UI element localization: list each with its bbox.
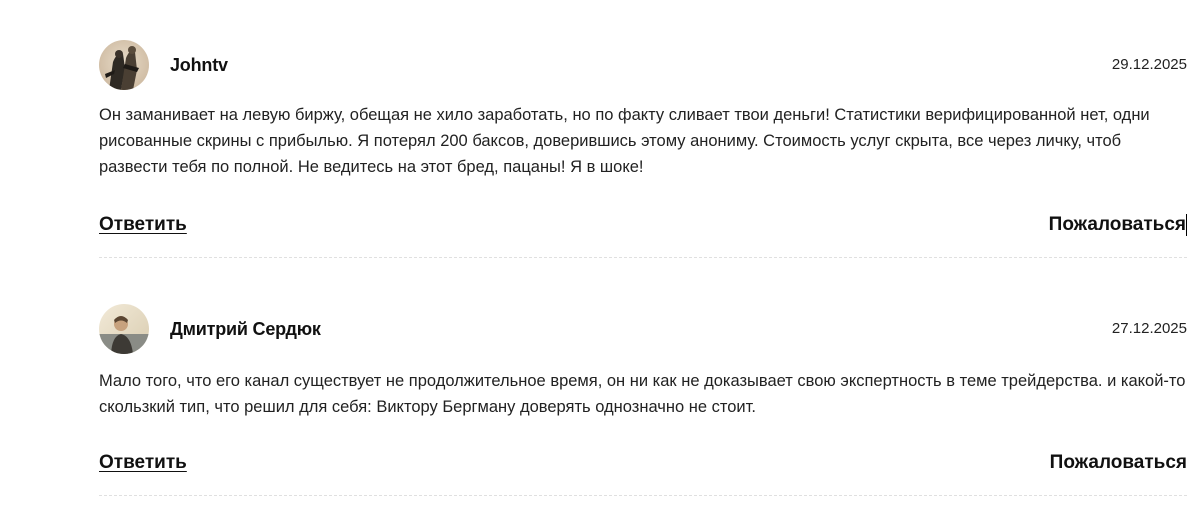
reply-link[interactable]: Ответить <box>99 214 187 236</box>
comment-author: Дмитрий Сердюк <box>170 319 321 339</box>
report-link[interactable]: Пожаловаться <box>1050 452 1187 474</box>
avatar <box>99 304 149 354</box>
comment-text: Он заманивает на левую биржу, обещая не … <box>99 106 1150 176</box>
report-link-label: Пожаловаться <box>1048 214 1186 236</box>
comment-date: 27.12.2025 <box>1111 320 1187 337</box>
user-photo-icon <box>99 304 149 354</box>
comment-actions: Ответить Пожаловаться <box>99 452 1187 480</box>
comment-author: Johntv <box>170 55 228 75</box>
reply-link[interactable]: Ответить <box>99 452 187 474</box>
comment-separator <box>99 257 1187 258</box>
comment-separator <box>99 495 1187 496</box>
comment-actions: Ответить Пожаловаться <box>99 214 1187 242</box>
avatar <box>99 40 149 90</box>
comment-item: Дмитрий Сердюк 27.12.2025 <box>99 304 1187 354</box>
comment-text: Мало того, что его канал существует не п… <box>99 372 1186 416</box>
comment-date: 29.12.2025 <box>1111 56 1187 73</box>
report-link[interactable]: Пожаловаться <box>1049 214 1187 236</box>
comment-item: Johntv 29.12.2025 <box>99 40 1187 90</box>
text-cursor <box>1186 214 1187 236</box>
user-photo-icon <box>99 40 149 90</box>
